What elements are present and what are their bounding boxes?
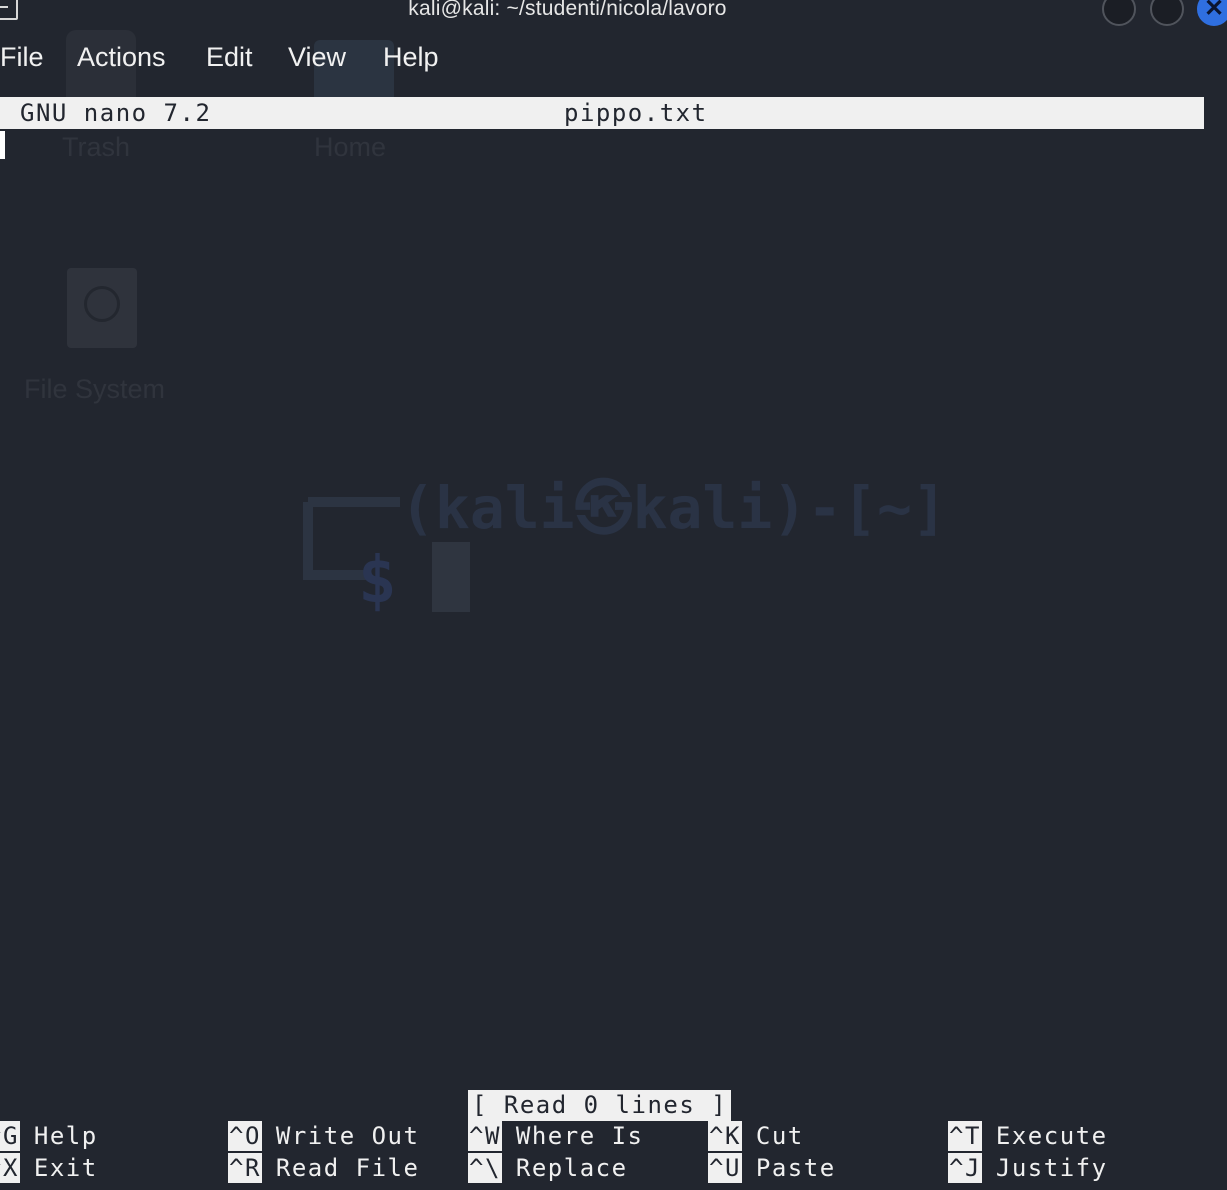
nano-status-message: [ Read 0 lines ] [468, 1090, 732, 1121]
shortcut-label: Help [33, 1122, 98, 1150]
menu-actions[interactable]: Actions [77, 42, 166, 73]
nano-filename: pippo.txt [564, 99, 708, 127]
shortcut-label: Replace [515, 1154, 628, 1182]
shortcut-label: Read File [275, 1154, 420, 1182]
shortcut-where-is[interactable]: ^W Where Is [468, 1121, 644, 1151]
maximize-button[interactable] [1150, 0, 1184, 26]
window-title: kali@kali: ~/studenti/nicola/lavoro [408, 0, 727, 20]
shortcut-justify[interactable]: ^J Justify [948, 1153, 1108, 1183]
shortcut-label: Exit [33, 1154, 98, 1182]
shortcut-label: Justify [995, 1154, 1108, 1182]
shortcut-key: ^T [948, 1121, 982, 1151]
shortcut-cut[interactable]: ^K Cut [708, 1121, 804, 1151]
shortcut-label: Paste [755, 1154, 836, 1182]
shortcut-key: ^X [0, 1153, 20, 1183]
shortcut-exit[interactable]: ^X Exit [0, 1153, 98, 1183]
shortcut-paste[interactable]: ^U Paste [708, 1153, 836, 1183]
menu-file[interactable]: File [0, 42, 44, 73]
shortcut-key: ^O [228, 1121, 262, 1151]
shortcut-key: ^K [708, 1121, 742, 1151]
close-icon: ✕ [1203, 0, 1225, 22]
shortcut-label: Execute [995, 1122, 1108, 1150]
nano-title-bar: GNU nano 7.2 pippo.txt [0, 97, 1204, 129]
shortcut-label: Write Out [275, 1122, 420, 1150]
shortcut-label: Cut [755, 1122, 804, 1150]
nano-version: GNU nano 7.2 [20, 99, 212, 127]
nano-edit-area[interactable] [0, 129, 1227, 1084]
shortcut-key: ^\ [468, 1153, 502, 1183]
shortcut-execute[interactable]: ^T Execute [948, 1121, 1108, 1151]
minimize-button[interactable] [1102, 0, 1136, 26]
menu-help[interactable]: Help [383, 42, 439, 73]
shortcut-key: ^R [228, 1153, 262, 1183]
menu-view[interactable]: View [288, 42, 346, 73]
shortcut-read-file[interactable]: ^R Read File [228, 1153, 419, 1183]
shortcut-key: ^U [708, 1153, 742, 1183]
text-cursor [0, 131, 5, 159]
shortcut-label: Where Is [515, 1122, 644, 1150]
shortcut-key: ^J [948, 1153, 982, 1183]
shortcut-help[interactable]: ^G Help [0, 1121, 98, 1151]
shortcut-key: ^G [0, 1121, 20, 1151]
shortcut-replace[interactable]: ^\ Replace [468, 1153, 628, 1183]
close-button[interactable]: ✕ [1197, 0, 1227, 26]
menu-edit[interactable]: Edit [206, 42, 253, 73]
shortcut-write-out[interactable]: ^O Write Out [228, 1121, 419, 1151]
shortcut-key: ^W [468, 1121, 502, 1151]
window-titlebar: kali@kali: ~/studenti/nicola/lavoro ✕ [0, 0, 1227, 26]
